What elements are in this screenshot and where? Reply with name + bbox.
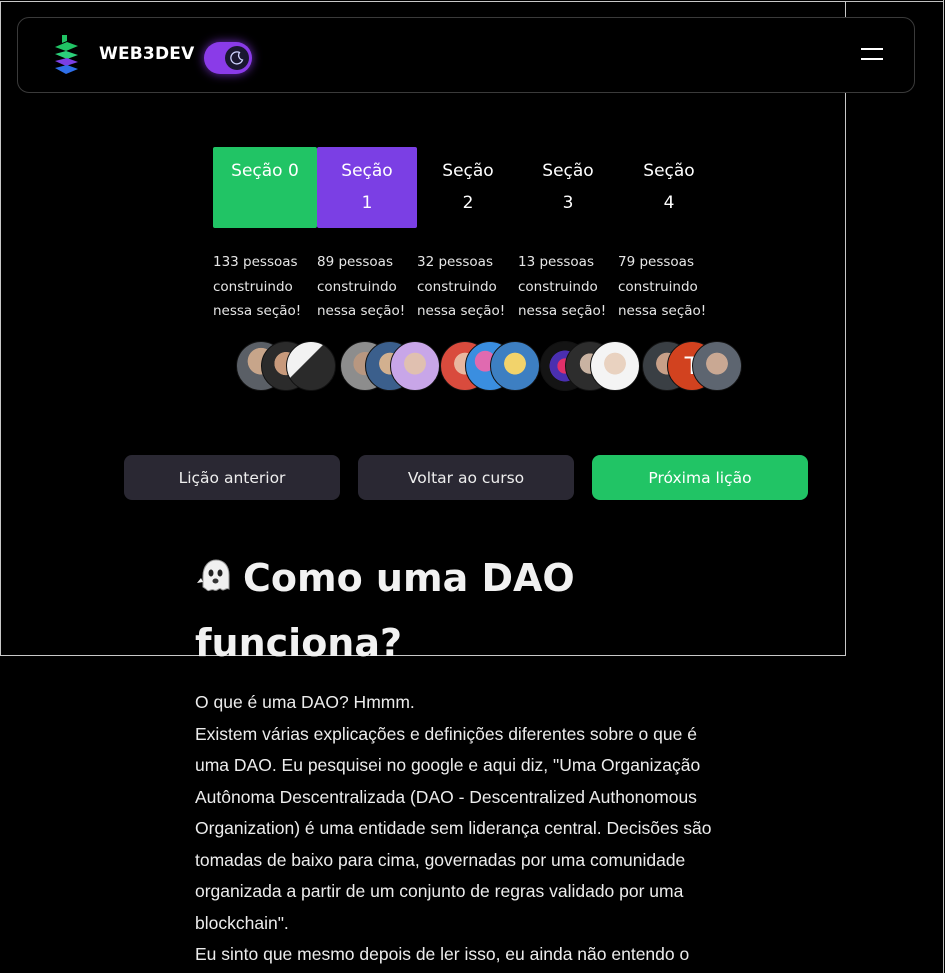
avatar[interactable]	[692, 341, 742, 391]
section-progress: Seção 0 Seção 1 Seção 2 Seção 3 Seção 4 …	[213, 147, 742, 397]
theme-toggle[interactable]	[204, 42, 252, 74]
lesson-title-text: Como uma DAO funciona?	[195, 556, 575, 665]
next-lesson-button[interactable]: Próxima lição	[592, 455, 808, 500]
section-tab-number: 3	[562, 193, 574, 213]
section-0-builders-count: 133 pessoas construindo nessa seção!	[213, 254, 302, 319]
hamburger-menu-icon[interactable]	[861, 48, 883, 62]
section-4-builders-count: 79 pessoas construindo nessa seção!	[618, 254, 707, 319]
lesson-body: O que é uma DAO? Hmmm. Existem várias ex…	[195, 687, 735, 971]
section-tab-number: 2	[462, 193, 474, 213]
brand-name[interactable]: WEB3DEV	[99, 44, 194, 64]
section-2-builders-count: 32 pessoas construindo nessa seção!	[417, 254, 506, 319]
section-tab-label: Seção	[643, 161, 695, 181]
theme-toggle-knob	[225, 46, 249, 70]
section-tab-label: Seção	[442, 161, 494, 181]
section-tab-label: Seção	[542, 161, 594, 181]
window-edge-top	[846, 1, 944, 2]
section-tab-3[interactable]: Seção 3	[518, 147, 618, 228]
avatar[interactable]	[490, 341, 540, 391]
lesson-paragraph: Existem várias explicações e definições …	[195, 723, 712, 933]
section-tab-4[interactable]: Seção 4	[619, 147, 719, 228]
ghost-icon	[197, 559, 230, 592]
avatar[interactable]	[286, 341, 336, 391]
section-tab-number: 1	[361, 193, 373, 213]
avatar[interactable]	[590, 341, 640, 391]
lesson-title: Como uma DAO funciona?	[195, 546, 755, 676]
back-to-course-button[interactable]: Voltar ao curso	[358, 455, 574, 500]
section-tab-number: 4	[663, 193, 675, 213]
section-tab-2[interactable]: Seção 2	[418, 147, 518, 228]
section-tab-1[interactable]: Seção 1	[317, 147, 417, 228]
lesson-paragraph: O que é uma DAO? Hmmm.	[195, 692, 415, 712]
moon-icon	[230, 51, 244, 65]
lesson-paragraph: Eu sinto que mesmo depois de ler isso, e…	[195, 944, 690, 964]
web3dev-logo-icon[interactable]	[52, 35, 82, 77]
avatar[interactable]	[390, 341, 440, 391]
navbar: WEB3DEV	[17, 17, 915, 93]
window-edge	[943, 0, 944, 973]
section-tab-0[interactable]: Seção 0	[213, 147, 317, 228]
section-tab-label: Seção 0	[231, 161, 299, 181]
previous-lesson-button[interactable]: Lição anterior	[124, 455, 340, 500]
section-3-builders-count: 13 pessoas construindo nessa seção!	[518, 254, 607, 319]
section-tab-label: Seção	[341, 161, 393, 181]
section-1-builders-count: 89 pessoas construindo nessa seção!	[317, 254, 406, 319]
